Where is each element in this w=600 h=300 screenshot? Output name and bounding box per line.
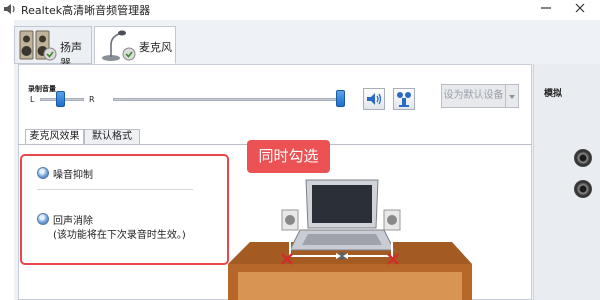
desk-illustration bbox=[228, 179, 472, 300]
microphone-array-icon bbox=[397, 92, 411, 107]
balance-right-label: R bbox=[89, 95, 95, 104]
set-default-device-dropdown[interactable] bbox=[506, 84, 519, 108]
highlight-box bbox=[20, 154, 229, 265]
tab-default-format[interactable]: 默认格式 bbox=[84, 129, 140, 145]
tab-microphone[interactable]: 麦克风 bbox=[94, 26, 176, 64]
volume-slider-track[interactable] bbox=[113, 98, 343, 101]
tab-speaker[interactable]: 扬声器 bbox=[14, 26, 92, 70]
mic-array-button[interactable] bbox=[393, 88, 415, 110]
analog-label: 模拟 bbox=[544, 89, 563, 99]
minimize-icon[interactable] bbox=[538, 1, 554, 15]
mute-button[interactable] bbox=[363, 88, 385, 110]
tab-microphone-effects[interactable]: 麦克风效果 bbox=[25, 129, 84, 145]
microphone-icon bbox=[102, 30, 136, 61]
speaker-icon bbox=[4, 4, 15, 14]
tab-microphone-label: 麦克风 bbox=[139, 41, 172, 54]
set-default-device-button[interactable]: 设为默认设备 bbox=[441, 84, 506, 108]
window-title: Realtek高清晰音频管理器 bbox=[21, 4, 151, 17]
title-bar: Realtek高清晰音频管理器 bbox=[0, 0, 600, 18]
close-icon[interactable] bbox=[572, 1, 588, 15]
volume-slider-thumb[interactable] bbox=[336, 90, 345, 107]
balance-left-label: L bbox=[30, 95, 35, 104]
audio-jack-icon[interactable] bbox=[574, 180, 592, 198]
balance-slider-thumb[interactable] bbox=[56, 91, 65, 107]
speaker-icon bbox=[19, 30, 57, 61]
audio-jack-icon[interactable] bbox=[574, 149, 592, 167]
speaker-volume-icon bbox=[367, 93, 382, 105]
side-panel bbox=[533, 64, 600, 300]
recording-volume-label: 录制音量 bbox=[28, 85, 56, 93]
chevron-down-icon bbox=[509, 95, 515, 99]
